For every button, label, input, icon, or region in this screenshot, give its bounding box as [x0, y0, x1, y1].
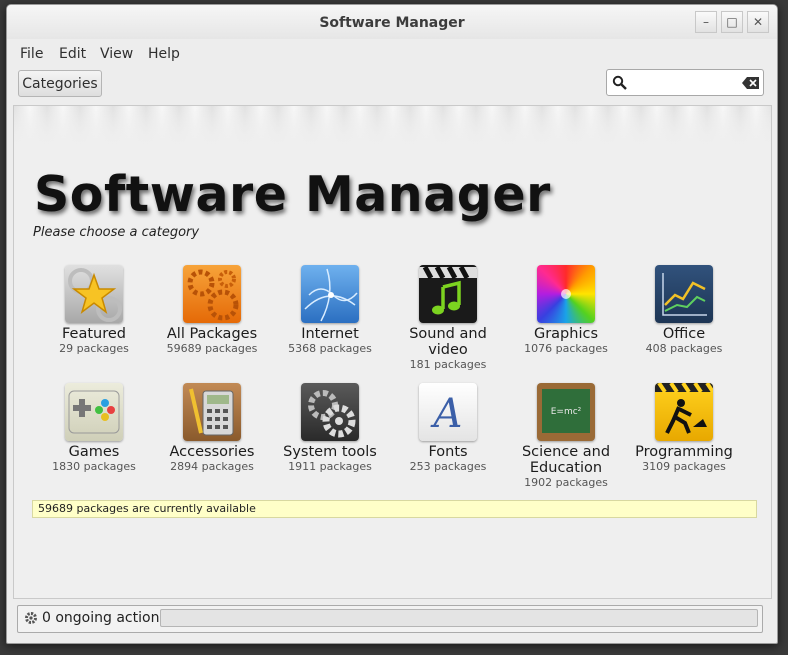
categories-button[interactable]: Categories [18, 70, 102, 97]
menu-help[interactable]: Help [148, 46, 180, 62]
page-subtitle: Please choose a category [33, 225, 200, 240]
category-featured[interactable]: Featured 29 packages [35, 265, 153, 356]
font-icon: A [419, 383, 477, 441]
category-name: Graphics [533, 326, 599, 342]
category-name: Fonts [428, 444, 468, 460]
category-count: 408 packages [645, 342, 723, 355]
window-title: Software Manager [319, 15, 465, 31]
category-count: 1830 packages [52, 460, 136, 473]
category-name: Sound and video [409, 326, 487, 358]
progress-bar [160, 609, 758, 627]
search-input[interactable] [633, 73, 741, 93]
category-name: All Packages [166, 326, 258, 342]
chalkboard-icon: E=mc² [537, 383, 595, 441]
close-button[interactable]: ✕ [747, 11, 769, 33]
category-office[interactable]: Office 408 packages [625, 265, 743, 356]
category-accessories[interactable]: Accessories 2894 packages [153, 383, 271, 474]
category-count: 1902 packages [524, 476, 608, 489]
category-internet[interactable]: Internet 5368 packages [271, 265, 389, 356]
category-science-and-education[interactable]: E=mc² Science and Education 1902 package… [507, 383, 625, 490]
search-box [606, 69, 764, 96]
star-icon [65, 265, 123, 323]
minimize-button[interactable]: – [695, 11, 717, 33]
category-name: Featured [62, 326, 126, 342]
ongoing-actions-label: 0 ongoing actions [42, 610, 167, 626]
toolbar: Categories [7, 67, 777, 103]
menu-bar: File Edit View Help [7, 39, 777, 67]
system-gear-icon [301, 383, 359, 441]
category-count: 181 packages [409, 358, 487, 371]
category-count: 253 packages [409, 460, 487, 473]
app-window: Software Manager – □ ✕ File Edit View He… [6, 4, 778, 644]
category-sound-and-video[interactable]: Sound and video 181 packages [389, 265, 507, 372]
category-name: System tools [283, 444, 377, 460]
category-graphics[interactable]: Graphics 1076 packages [507, 265, 625, 356]
svg-text:E=mc²: E=mc² [551, 407, 582, 417]
film-music-icon [419, 265, 477, 323]
category-name: Accessories [169, 444, 255, 460]
maximize-button[interactable]: □ [721, 11, 743, 33]
category-count: 29 packages [59, 342, 129, 355]
construction-icon [655, 383, 713, 441]
globe-icon [301, 265, 359, 323]
availability-banner: 59689 packages are currently available [32, 500, 757, 518]
category-system-tools[interactable]: System tools 1911 packages [271, 383, 389, 474]
category-count: 1911 packages [288, 460, 372, 473]
menu-view[interactable]: View [100, 46, 133, 62]
main-content: Software Manager Please choose a categor… [13, 105, 772, 599]
gamepad-icon [65, 383, 123, 441]
chart-icon [655, 265, 713, 323]
menu-file[interactable]: File [20, 46, 43, 62]
category-games[interactable]: Games 1830 packages [35, 383, 153, 474]
gears-icon [183, 265, 241, 323]
category-fonts[interactable]: A Fonts 253 packages [389, 383, 507, 474]
category-name: Games [68, 444, 120, 460]
clear-search-icon[interactable] [742, 76, 760, 90]
color-wheel-icon [537, 265, 595, 323]
title-bar[interactable]: Software Manager – □ ✕ [7, 5, 777, 39]
category-name: Programming [635, 444, 733, 460]
category-name: Office [662, 326, 706, 342]
footer-status: 0 ongoing actions [17, 605, 763, 633]
category-all-packages[interactable]: All Packages 59689 packages [153, 265, 271, 356]
search-icon [612, 75, 627, 90]
category-count: 3109 packages [642, 460, 726, 473]
category-programming[interactable]: Programming 3109 packages [625, 383, 743, 474]
category-name: Internet [301, 326, 359, 342]
category-count: 2894 packages [170, 460, 254, 473]
menu-edit[interactable]: Edit [59, 46, 86, 62]
page-title: Software Manager [34, 166, 551, 223]
svg-text:A: A [430, 391, 463, 437]
category-count: 1076 packages [524, 342, 608, 355]
calculator-icon [183, 383, 241, 441]
category-count: 5368 packages [288, 342, 372, 355]
gear-icon [25, 612, 37, 624]
category-name: Science and Education [521, 444, 611, 476]
category-count: 59689 packages [166, 342, 258, 355]
